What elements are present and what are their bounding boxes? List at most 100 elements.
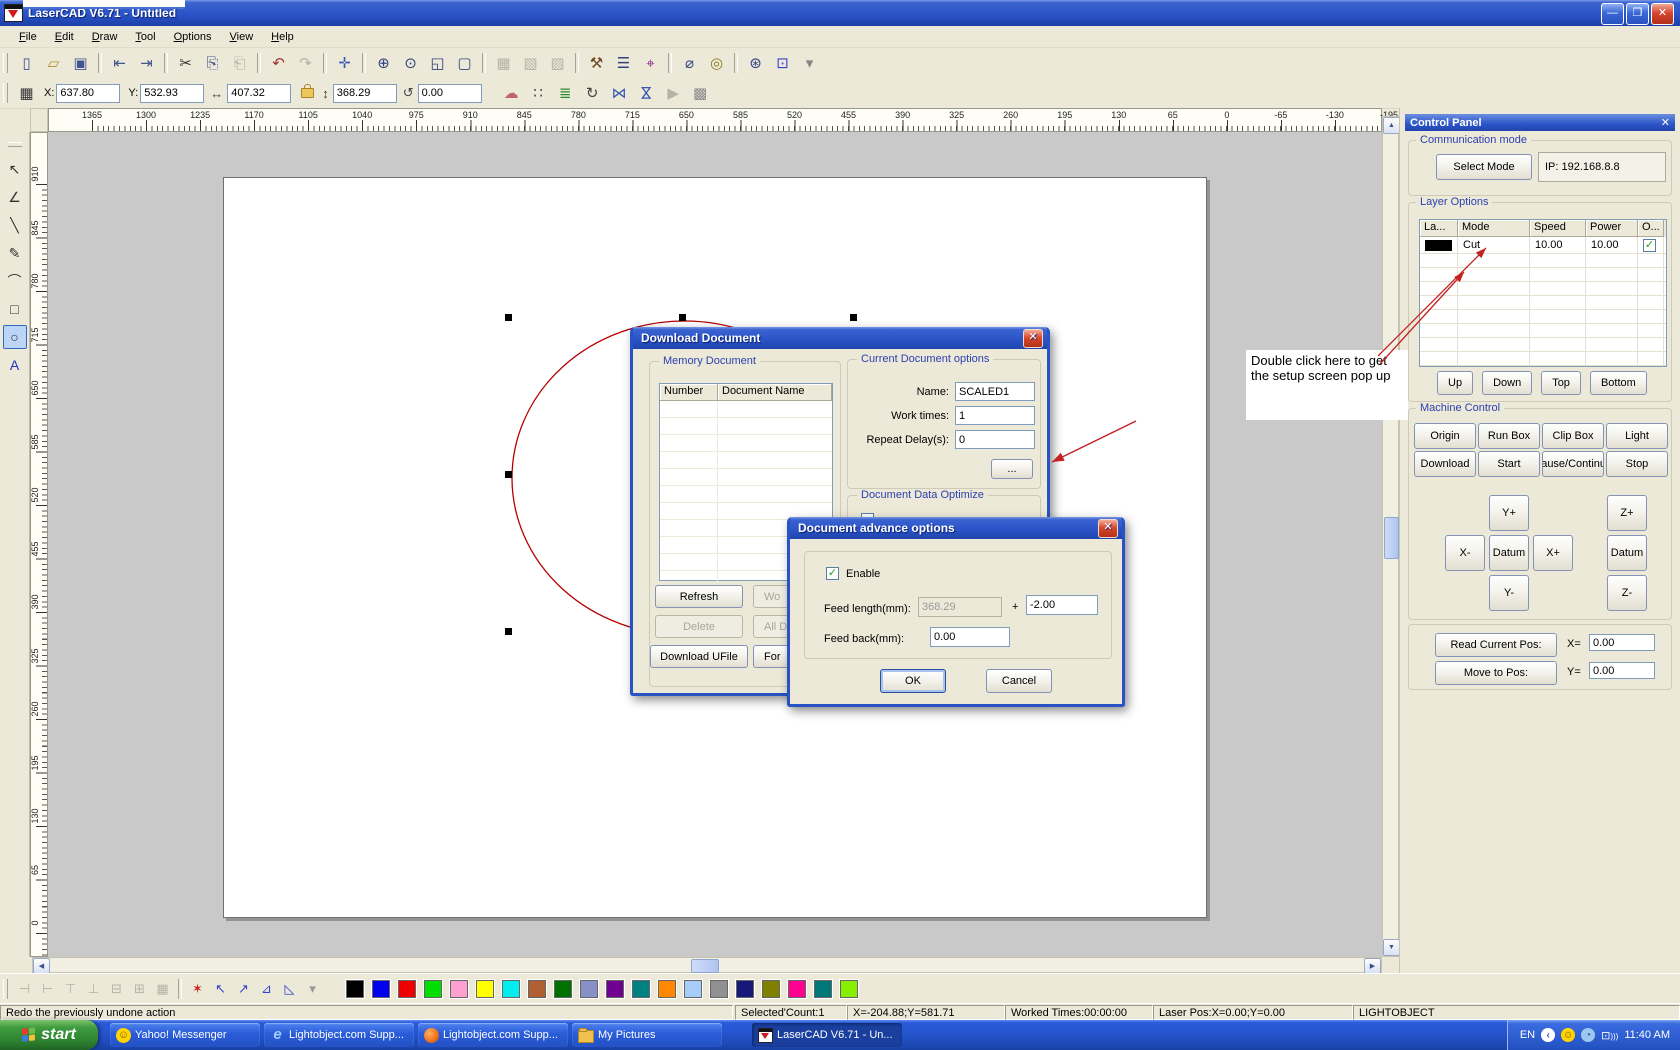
export-icon[interactable]: ⇥ [134,51,159,75]
zoom-dynamic-icon[interactable]: ⊙ [398,51,423,75]
tray-collapse-icon[interactable]: ‹ [1541,1028,1555,1042]
layer-row-empty[interactable] [1420,296,1666,310]
stamp-icon[interactable]: ☁ [499,81,524,105]
jog-y-minus-button[interactable]: Y- [1489,575,1529,611]
color-swatch[interactable] [710,980,728,998]
document-name-field[interactable] [955,382,1035,401]
selection-handle[interactable] [505,314,512,321]
y-position-field[interactable] [140,84,204,103]
start-button[interactable]: Start [1478,451,1540,477]
layer-row-empty[interactable] [1420,324,1666,338]
layer-row-empty[interactable] [1420,352,1666,366]
work-times-field[interactable] [955,406,1035,425]
rotate-field[interactable] [418,84,482,103]
color-swatch[interactable] [424,980,442,998]
jog-z-minus-button[interactable]: Z- [1607,575,1647,611]
scroll-left-icon[interactable]: ◀ [33,958,50,974]
rectangle-tool-icon[interactable]: □ [3,297,27,321]
layer-row-empty[interactable] [1420,268,1666,282]
selection-handle[interactable] [850,314,857,321]
menu-item-tool[interactable]: Tool [126,29,164,45]
selection-handle[interactable] [505,628,512,635]
vertical-scroll-thumb[interactable] [1384,517,1399,559]
toolbar-grip[interactable] [3,83,8,103]
copies-array-icon[interactable]: ∷ [526,81,551,105]
jog-x-plus-button[interactable]: X+ [1533,535,1573,571]
pos-y-field[interactable] [1589,662,1655,679]
select-mode-button[interactable]: Select Mode [1436,154,1532,180]
toolbar-grip[interactable] [3,979,8,999]
pause-continue-button[interactable]: Pause/Continue [1542,451,1604,477]
cancel-button[interactable]: Cancel [986,669,1052,693]
layer-row-empty[interactable] [1420,282,1666,296]
dot-tool-icon[interactable]: ◎ [704,51,729,75]
number-column-header[interactable]: Number [660,384,718,401]
menu-item-file[interactable]: File [10,29,46,45]
down-button[interactable]: Down [1482,371,1532,395]
selection-handle[interactable] [505,471,512,478]
color-swatch[interactable] [684,980,702,998]
color-swatch[interactable] [632,980,650,998]
copy-icon[interactable]: ⎘ [200,51,225,75]
taskbar-button-pictures[interactable]: My Pictures [572,1023,722,1047]
layer-output-cell[interactable]: ✓ [1638,237,1664,253]
top-button[interactable]: Top [1541,371,1581,395]
toolbar-grip[interactable] [3,53,8,73]
scroll-up-icon[interactable]: ▲ [1383,117,1400,134]
menu-item-help[interactable]: Help [262,29,303,45]
mirror-vertical-icon[interactable]: ⋈ [634,81,658,106]
display-preview-icon[interactable]: ⊡ [770,51,795,75]
horizontal-scrollbar[interactable]: ◀ ▶ [32,957,1382,973]
ellipse-tool-icon[interactable]: ○ [3,325,27,349]
layer-column-header[interactable]: Mode [1458,220,1530,237]
taskbar-button-ie[interactable]: Lightobject.com Supp... [264,1023,414,1047]
messenger-tray-icon[interactable]: ◔ [1581,1028,1595,1042]
anchor-point-icon[interactable]: ▦ [14,81,39,105]
layer-output-checkbox[interactable]: ✓ [1643,239,1656,252]
pos-x-field[interactable] [1589,634,1655,651]
document-name-column-header[interactable]: Document Name [718,384,832,401]
jog-x-minus-button[interactable]: X- [1445,535,1485,571]
line-tool-icon[interactable]: ╲ [3,213,27,237]
circle-tool-icon[interactable]: ⌀ [677,51,702,75]
minimize-button[interactable]: — [1601,3,1624,25]
run-box-button[interactable]: Run Box [1478,423,1540,449]
arc-tool-icon[interactable]: ⌒ [3,269,27,293]
open-icon[interactable]: ▱ [41,51,66,75]
mirror-horizontal-icon[interactable]: ⋈ [607,81,632,105]
pan-icon[interactable]: ✛ [332,51,357,75]
download-button[interactable]: Download [1414,451,1476,477]
origin-button[interactable]: Origin [1414,423,1476,449]
color-swatch[interactable] [606,980,624,998]
color-swatch[interactable] [502,980,520,998]
layer-power-cell[interactable]: 10.00 [1586,237,1638,253]
pen-tool-icon[interactable]: ✎ [3,241,27,265]
color-swatch[interactable] [814,980,832,998]
memory-document-row[interactable] [660,469,832,486]
undo-icon[interactable]: ↶ [266,51,291,75]
work-list-icon[interactable]: ☰ [611,51,636,75]
layer-row-empty[interactable] [1420,366,1666,367]
rotate-icon[interactable]: ↻ [580,81,605,105]
dimension-corner-b-icon[interactable]: ◺ [279,979,300,999]
text-tool-icon[interactable]: A [3,353,27,377]
memory-document-row[interactable] [660,401,832,418]
selection-handle[interactable] [679,314,686,321]
layer-row[interactable]: Cut10.0010.00✓ [1420,237,1666,254]
close-button[interactable]: ✕ [1651,3,1674,25]
color-swatch[interactable] [762,980,780,998]
jog-datum-button[interactable]: Datum [1489,535,1529,571]
horizontal-scroll-thumb[interactable] [691,959,719,973]
clip-box-button[interactable]: Clip Box [1542,423,1604,449]
toolbar-more-icon[interactable]: ▾ [797,51,822,75]
color-swatch[interactable] [840,980,858,998]
ok-button[interactable]: OK [880,669,946,693]
color-swatch[interactable] [372,980,390,998]
advance-dialog-close-icon[interactable]: ✕ [1098,519,1118,538]
layers-icon[interactable]: ≣ [553,81,578,105]
color-swatch[interactable] [346,980,364,998]
read-current-pos-button[interactable]: Read Current Pos: [1435,633,1557,657]
zoom-page-icon[interactable]: ▢ [452,51,477,75]
feed-back-field[interactable] [930,627,1010,647]
yahoo-tray-icon[interactable]: ☺ [1561,1028,1575,1042]
